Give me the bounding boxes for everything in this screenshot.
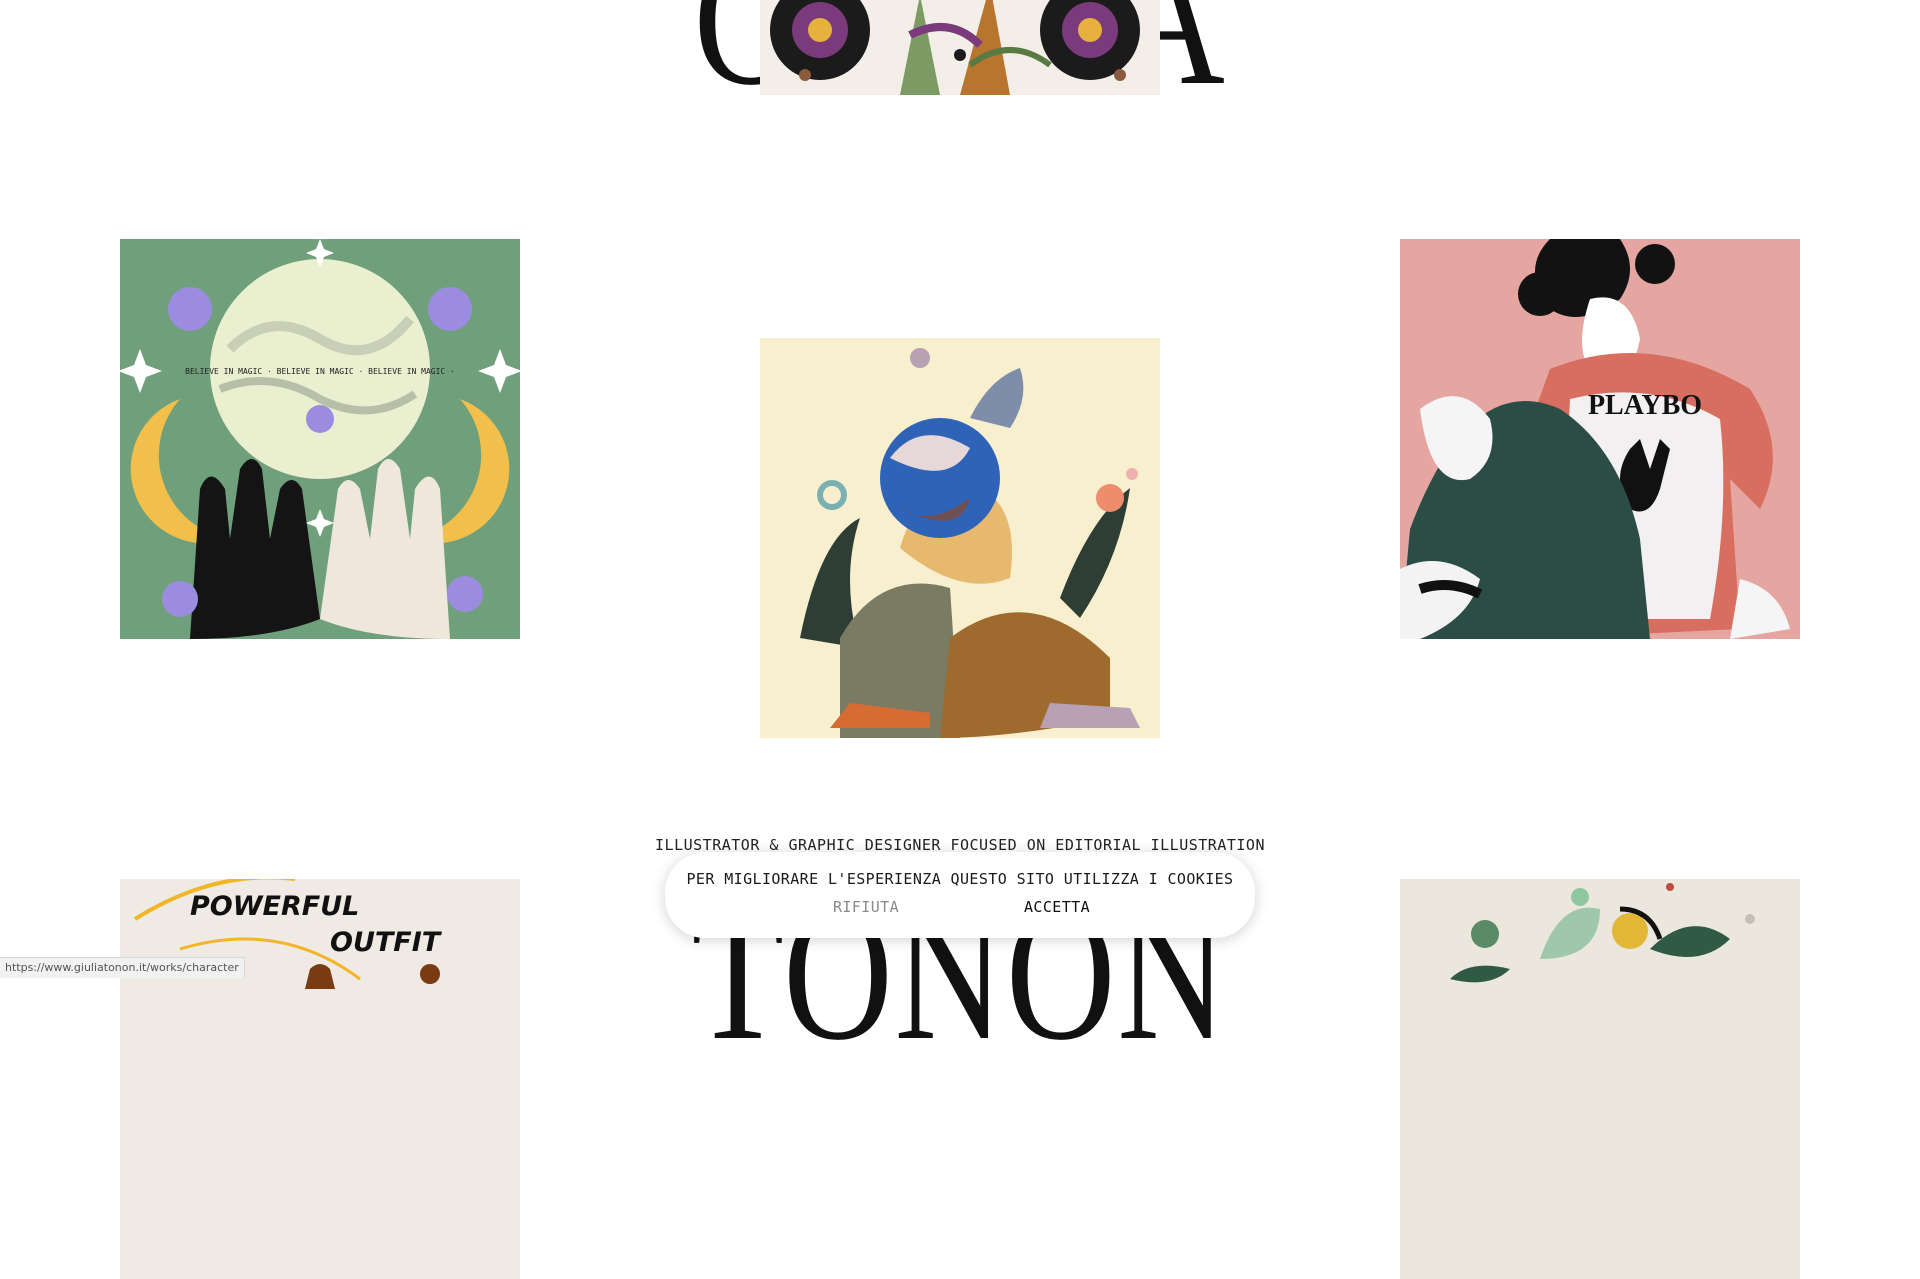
- artwork-tile-friends[interactable]: [760, 338, 1160, 738]
- reject-cookies-button[interactable]: RIFIUTA: [833, 898, 899, 916]
- friends-illustration: [760, 338, 1160, 738]
- powerful-outfit-illustration: POWERFUL OUTFIT: [120, 879, 520, 1279]
- magic-badge-text: BELIEVE IN MAGIC · BELIEVE IN MAGIC · BE…: [185, 367, 455, 376]
- artwork-tile-lettering[interactable]: [760, 0, 1160, 95]
- believe-in-magic-illustration: BELIEVE IN MAGIC · BELIEVE IN MAGIC · BE…: [120, 239, 520, 639]
- plants-illustration: [1400, 879, 1800, 1279]
- artwork-tile-plants[interactable]: [1400, 879, 1800, 1279]
- cookie-banner: PER MIGLIORARE L'ESPERIENZA QUESTO SITO …: [665, 852, 1255, 938]
- shirt-text: PLAYBO: [1588, 390, 1702, 421]
- playboy-illustration: PLAYBO: [1400, 239, 1800, 639]
- artwork-tile-powerful-outfit[interactable]: POWERFUL OUTFIT: [120, 879, 520, 1279]
- outfit-line-2: OUTFIT: [330, 927, 443, 958]
- artwork-tile-believe-in-magic[interactable]: BELIEVE IN MAGIC · BELIEVE IN MAGIC · BE…: [120, 239, 520, 639]
- outfit-line-1: POWERFUL: [190, 891, 359, 922]
- artwork-tile-playboy[interactable]: PLAYBO: [1400, 239, 1800, 639]
- status-bar-url: https://www.giuliatonon.it/works/charact…: [0, 957, 245, 978]
- cookie-message: PER MIGLIORARE L'ESPERIENZA QUESTO SITO …: [686, 870, 1234, 888]
- accept-cookies-button[interactable]: ACCETTA: [1024, 898, 1090, 916]
- lettering-illustration: [760, 0, 1160, 95]
